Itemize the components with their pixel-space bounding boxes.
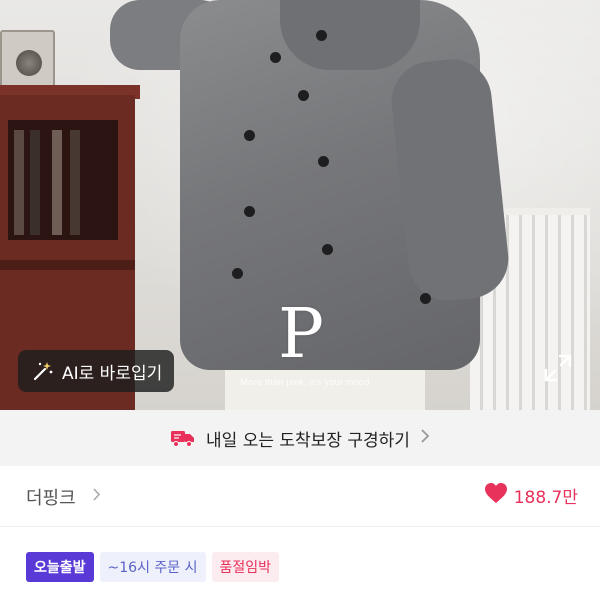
product-image[interactable]: P More than pink, it's your mood AI로 바로입… xyxy=(0,0,600,410)
coat-button xyxy=(244,206,255,217)
coat-button xyxy=(270,52,281,63)
ai-try-on-button[interactable]: AI로 바로입기 xyxy=(18,350,174,392)
coat-button xyxy=(322,244,333,255)
ai-try-on-label: AI로 바로입기 xyxy=(62,363,163,384)
shelf-book xyxy=(14,130,24,235)
product-badges: 오늘출발 ~16시 주문 시 품절임박 xyxy=(26,552,280,582)
order-cutoff-badge: ~16시 주문 시 xyxy=(99,552,206,582)
vintage-radio xyxy=(0,30,55,90)
coat-button xyxy=(298,90,309,101)
brand-watermark: P xyxy=(278,295,324,374)
coat-button xyxy=(232,268,243,279)
coat-button xyxy=(244,130,255,141)
truck-icon xyxy=(170,429,196,447)
soldout-soon-badge: 품절임박 xyxy=(211,552,280,582)
like-count: 188.7만 xyxy=(513,488,578,508)
delivery-guarantee-banner[interactable]: 내일 오는 도착보장 구경하기 xyxy=(0,410,600,466)
like-button[interactable]: 188.7만 xyxy=(484,482,578,509)
coat-button xyxy=(420,293,431,304)
delivery-banner-label: 내일 오는 도착보장 구경하기 xyxy=(206,430,410,451)
today-shipping-badge: 오늘출발 xyxy=(26,552,94,582)
expand-icon[interactable] xyxy=(540,350,576,386)
shelf-book xyxy=(30,130,40,235)
shelf-book xyxy=(52,130,62,235)
store-row: 더핑크 188.7만 xyxy=(0,466,600,526)
coat-button xyxy=(318,156,329,167)
chevron-right-icon[interactable] xyxy=(92,488,101,505)
shelf-opening xyxy=(8,120,118,240)
coat-hood xyxy=(280,0,420,70)
shelf-ledge xyxy=(0,260,135,270)
chevron-right-icon xyxy=(420,429,430,447)
magic-wand-icon xyxy=(32,360,54,382)
store-name-link[interactable]: 더핑크 xyxy=(26,484,76,510)
heart-icon xyxy=(484,482,508,509)
shelf-book xyxy=(70,130,80,235)
brand-tagline: More than pink, it's your mood xyxy=(240,377,370,387)
divider xyxy=(0,526,600,527)
coat-button xyxy=(316,30,327,41)
